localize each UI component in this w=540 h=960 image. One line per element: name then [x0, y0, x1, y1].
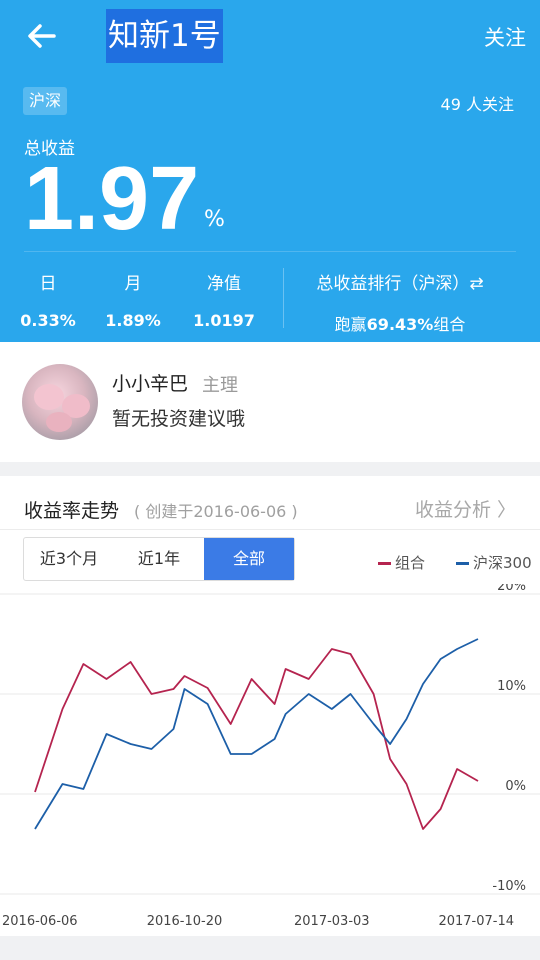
stat-monthly: 月 1.89%	[103, 269, 163, 330]
stat-label: 月	[124, 274, 142, 294]
manager-advice: 暂无投资建议哦	[112, 408, 246, 430]
x-tick-label: 2016-10-20	[147, 914, 223, 929]
return-line-chart: 20% 10% 0% -10% 2016-06-06 2016-10-20 2017-03-…	[0, 584, 540, 929]
divider	[24, 251, 516, 252]
stat-value: 1.0197	[193, 311, 255, 330]
stat-daily: 日 0.33%	[18, 269, 78, 330]
legend-portfolio: 组合	[378, 552, 425, 573]
stat-value: 0.33%	[20, 311, 76, 330]
range-all[interactable]: 全部	[204, 538, 294, 580]
x-tick-label: 2016-06-06	[2, 914, 78, 929]
followers-count: 49 人关注	[440, 95, 514, 114]
total-return-unit: %	[204, 207, 225, 232]
portfolio-summary: 沪深 49 人关注 总收益 1.97 % 日 0.33% 月 1.89% 净值 …	[0, 70, 540, 342]
stat-nav: 净值 1.0197	[188, 269, 260, 330]
manager-name: 小小辛巴	[112, 373, 189, 395]
y-tick-label: 20%	[497, 584, 526, 594]
x-tick-label: 2017-03-03	[294, 914, 370, 929]
follow-button[interactable]: 关注	[484, 22, 526, 52]
market-tag: 沪深	[23, 87, 68, 115]
avatar	[22, 364, 98, 440]
stat-label: 净值	[207, 274, 241, 294]
divider	[0, 529, 540, 530]
range-selector: 近3个月 近1年 全部	[23, 537, 295, 581]
range-3-months[interactable]: 近3个月	[24, 538, 114, 580]
y-tick-label: 0%	[505, 779, 526, 794]
return-trend-card: 收益率走势 ( 创建于2016-06-06 ) 收益分析 〉 近3个月 近1年 …	[0, 476, 540, 936]
stat-label: 日	[39, 274, 57, 294]
ranking-label: 总收益排行（沪深）⇄	[316, 274, 484, 294]
ranking-value: 跑赢69.43%组合	[334, 315, 466, 334]
top-bar: 知新1号 关注	[0, 0, 540, 70]
series-line-portfolio	[34, 648, 479, 830]
manager-card[interactable]: 小小辛巴 主理 暂无投资建议哦	[0, 342, 540, 462]
stat-value: 1.89%	[105, 311, 161, 330]
range-1-year[interactable]: 近1年	[114, 538, 204, 580]
page-title: 知新1号	[103, 9, 226, 63]
y-tick-label: 10%	[497, 679, 526, 694]
back-arrow-icon[interactable]	[22, 16, 62, 56]
chart-created-date: ( 创建于2016-06-06 )	[134, 502, 298, 521]
bottom-spacer	[0, 936, 540, 960]
return-ranking[interactable]: 总收益排行（沪深）⇄ 跑赢69.43%组合	[300, 269, 500, 335]
return-analysis-link[interactable]: 收益分析 〉	[415, 495, 516, 522]
y-tick-label: -10%	[492, 879, 526, 894]
x-tick-label: 2017-07-14	[438, 914, 514, 929]
divider	[283, 268, 284, 328]
total-return-value: 1.97	[24, 149, 200, 249]
series-line-index	[34, 638, 479, 830]
manager-role: 主理	[202, 375, 238, 396]
chart-title: 收益率走势	[24, 500, 120, 522]
legend-index: 沪深300	[456, 552, 532, 573]
